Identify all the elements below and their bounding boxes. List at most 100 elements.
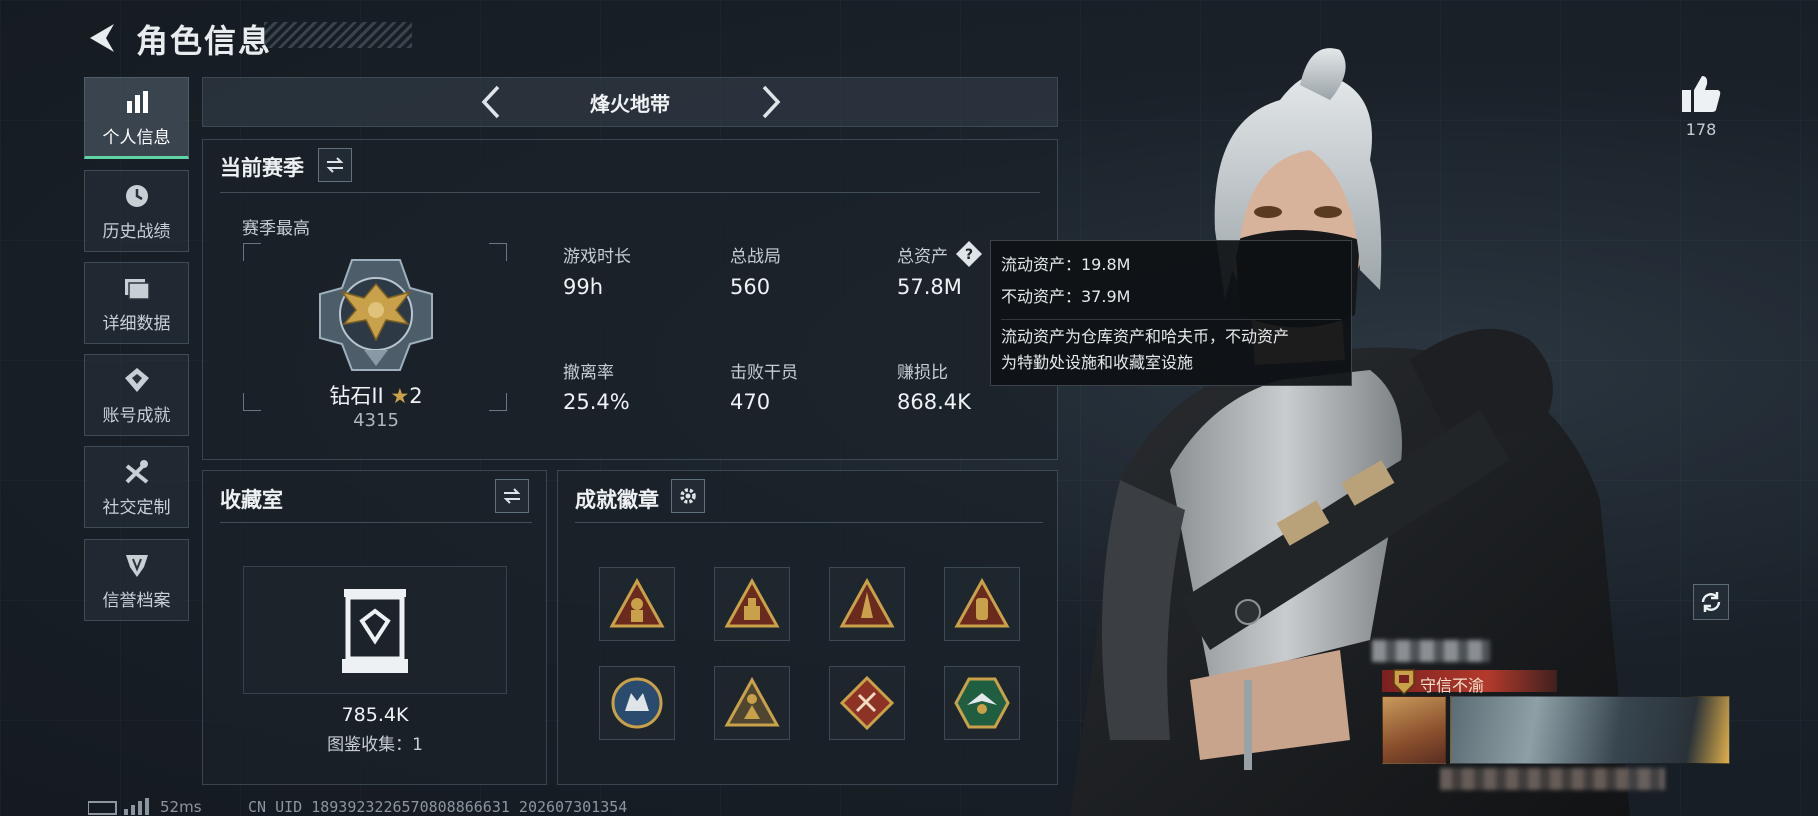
like-count: 178 bbox=[1685, 120, 1717, 139]
ping-value: 52ms bbox=[160, 798, 202, 816]
swap-icon bbox=[326, 157, 344, 173]
stat-label: 撤离率 bbox=[563, 363, 614, 383]
rank-name: 钻石II ★2 bbox=[300, 380, 452, 410]
signal-icon bbox=[88, 798, 149, 815]
tooltip-divider bbox=[1001, 319, 1341, 320]
stat-value: 470 bbox=[730, 390, 771, 414]
blurred-player-info bbox=[1440, 768, 1665, 790]
asset-tooltip: 流动资产：19.8M 不动资产：37.9M 流动资产为仓库资产和哈夫币，不动资产… bbox=[990, 240, 1352, 386]
nav-label: 社交定制 bbox=[102, 497, 171, 518]
collection-count: 图鉴收集：1 bbox=[327, 735, 423, 755]
stat-value: 868.4K bbox=[897, 390, 971, 414]
help-icon[interactable]: ? bbox=[955, 240, 983, 268]
rank-points: 4315 bbox=[353, 410, 399, 431]
wolf-circle-badge-icon bbox=[611, 677, 663, 729]
stat-label: 击败干员 bbox=[730, 363, 798, 383]
title-emblem-icon bbox=[1393, 669, 1415, 696]
star-icon: ★ bbox=[390, 384, 410, 408]
stat-label: 总资产 bbox=[897, 247, 948, 267]
player-avatar[interactable] bbox=[1382, 696, 1446, 764]
tooltip-liquid: 流动资产：19.8M bbox=[1001, 255, 1131, 274]
bracket-decoration bbox=[489, 393, 507, 411]
folder-icon bbox=[122, 273, 152, 303]
badge-slot[interactable] bbox=[599, 567, 675, 641]
badge-settings-button[interactable] bbox=[671, 479, 705, 513]
nav-label: 详细数据 bbox=[102, 313, 171, 334]
chevron-left-icon[interactable] bbox=[476, 84, 506, 120]
stat-value: 560 bbox=[730, 275, 771, 299]
rocket-triangle-badge-icon bbox=[839, 578, 895, 628]
stat-label: 总战局 bbox=[730, 247, 781, 267]
badge-slot[interactable] bbox=[599, 666, 675, 740]
badge-slot[interactable] bbox=[829, 666, 905, 740]
divider bbox=[575, 522, 1043, 523]
collection-title: 收藏室 bbox=[220, 488, 283, 512]
season-best-label: 赛季最高 bbox=[242, 219, 310, 239]
stat-value: 25.4% bbox=[563, 390, 630, 414]
figure-triangle-badge-icon bbox=[724, 677, 780, 727]
back-icon[interactable] bbox=[84, 20, 120, 56]
crate-triangle-badge-icon bbox=[724, 578, 780, 628]
chevron-right-icon[interactable] bbox=[756, 84, 786, 120]
rank-stars: 2 bbox=[409, 384, 423, 408]
tooltip-desc-line1: 流动资产为仓库资产和哈夫币，不动资产 bbox=[1001, 327, 1290, 346]
badge-slot[interactable] bbox=[944, 666, 1020, 740]
badge-slot[interactable] bbox=[714, 567, 790, 641]
badge-slot[interactable] bbox=[714, 666, 790, 740]
stat-label: 游戏时长 bbox=[563, 247, 631, 267]
page-title: 角色信息 bbox=[136, 22, 273, 60]
clock-icon bbox=[122, 181, 152, 211]
blurred-player-name bbox=[1372, 640, 1490, 662]
mode-name: 烽火地带 bbox=[590, 92, 670, 116]
collection-value: 785.4K bbox=[341, 704, 409, 726]
nav-label: 历史战绩 bbox=[102, 221, 171, 242]
nav-label: 个人信息 bbox=[102, 127, 171, 148]
nav-item-detailed-data[interactable]: 详细数据 bbox=[84, 262, 189, 344]
badge-slot[interactable] bbox=[829, 567, 905, 641]
switch-collection-button[interactable] bbox=[495, 479, 529, 513]
nav-item-credit[interactable]: 信誉档案 bbox=[84, 539, 189, 621]
nav-item-personal-info[interactable]: 个人信息 bbox=[84, 77, 189, 159]
diamond-rank-emblem-icon bbox=[319, 259, 433, 371]
nav-item-social[interactable]: 社交定制 bbox=[84, 446, 189, 528]
tooltip-fixed: 不动资产：37.9M bbox=[1001, 287, 1131, 306]
player-title: 守信不渝 bbox=[1420, 676, 1485, 695]
collection-room-preview[interactable] bbox=[243, 566, 507, 694]
stat-label: 赚损比 bbox=[897, 363, 948, 383]
badges-title: 成就徽章 bbox=[575, 488, 659, 512]
bar-chart-icon bbox=[122, 87, 152, 117]
divider bbox=[220, 192, 1040, 193]
season-title: 当前赛季 bbox=[220, 156, 304, 180]
canister-triangle-badge-icon bbox=[954, 578, 1010, 628]
nav-item-history[interactable]: 历史战绩 bbox=[84, 170, 189, 252]
gear-icon bbox=[680, 488, 696, 504]
stat-value: 57.8M bbox=[897, 275, 962, 299]
stat-value: 99h bbox=[563, 275, 604, 299]
divider bbox=[220, 522, 532, 523]
refresh-icon bbox=[1701, 592, 1721, 612]
refresh-button[interactable] bbox=[1693, 584, 1729, 620]
title-decoration bbox=[264, 22, 412, 48]
player-banner[interactable] bbox=[1450, 696, 1730, 764]
tooltip-desc-line2: 为特勤处设施和收藏室设施 bbox=[1001, 353, 1194, 372]
switch-season-button[interactable] bbox=[318, 148, 352, 182]
eagle-hexagon-badge-icon bbox=[954, 677, 1010, 729]
soldier-triangle-badge-icon bbox=[609, 578, 665, 628]
nav-item-achievements[interactable]: 账号成就 bbox=[84, 354, 189, 436]
achievement-icon bbox=[122, 365, 152, 395]
nav-label: 信誉档案 bbox=[102, 590, 171, 611]
rank-tier: 钻石II bbox=[329, 384, 384, 408]
tools-diamond-badge-icon bbox=[839, 675, 895, 731]
svg-text:?: ? bbox=[965, 247, 973, 263]
badge-slot[interactable] bbox=[944, 567, 1020, 641]
shield-icon bbox=[122, 550, 152, 580]
bracket-decoration bbox=[243, 393, 261, 411]
thumbs-up-icon[interactable] bbox=[1680, 74, 1722, 114]
bracket-decoration bbox=[489, 243, 507, 261]
swap-icon bbox=[503, 488, 521, 504]
bracket-decoration bbox=[243, 243, 261, 261]
tools-icon bbox=[122, 457, 152, 487]
nav-label: 账号成就 bbox=[102, 405, 171, 426]
display-case-icon bbox=[342, 589, 408, 673]
user-uid: CN UID 1893923226570808866631 2026073013… bbox=[248, 798, 628, 816]
